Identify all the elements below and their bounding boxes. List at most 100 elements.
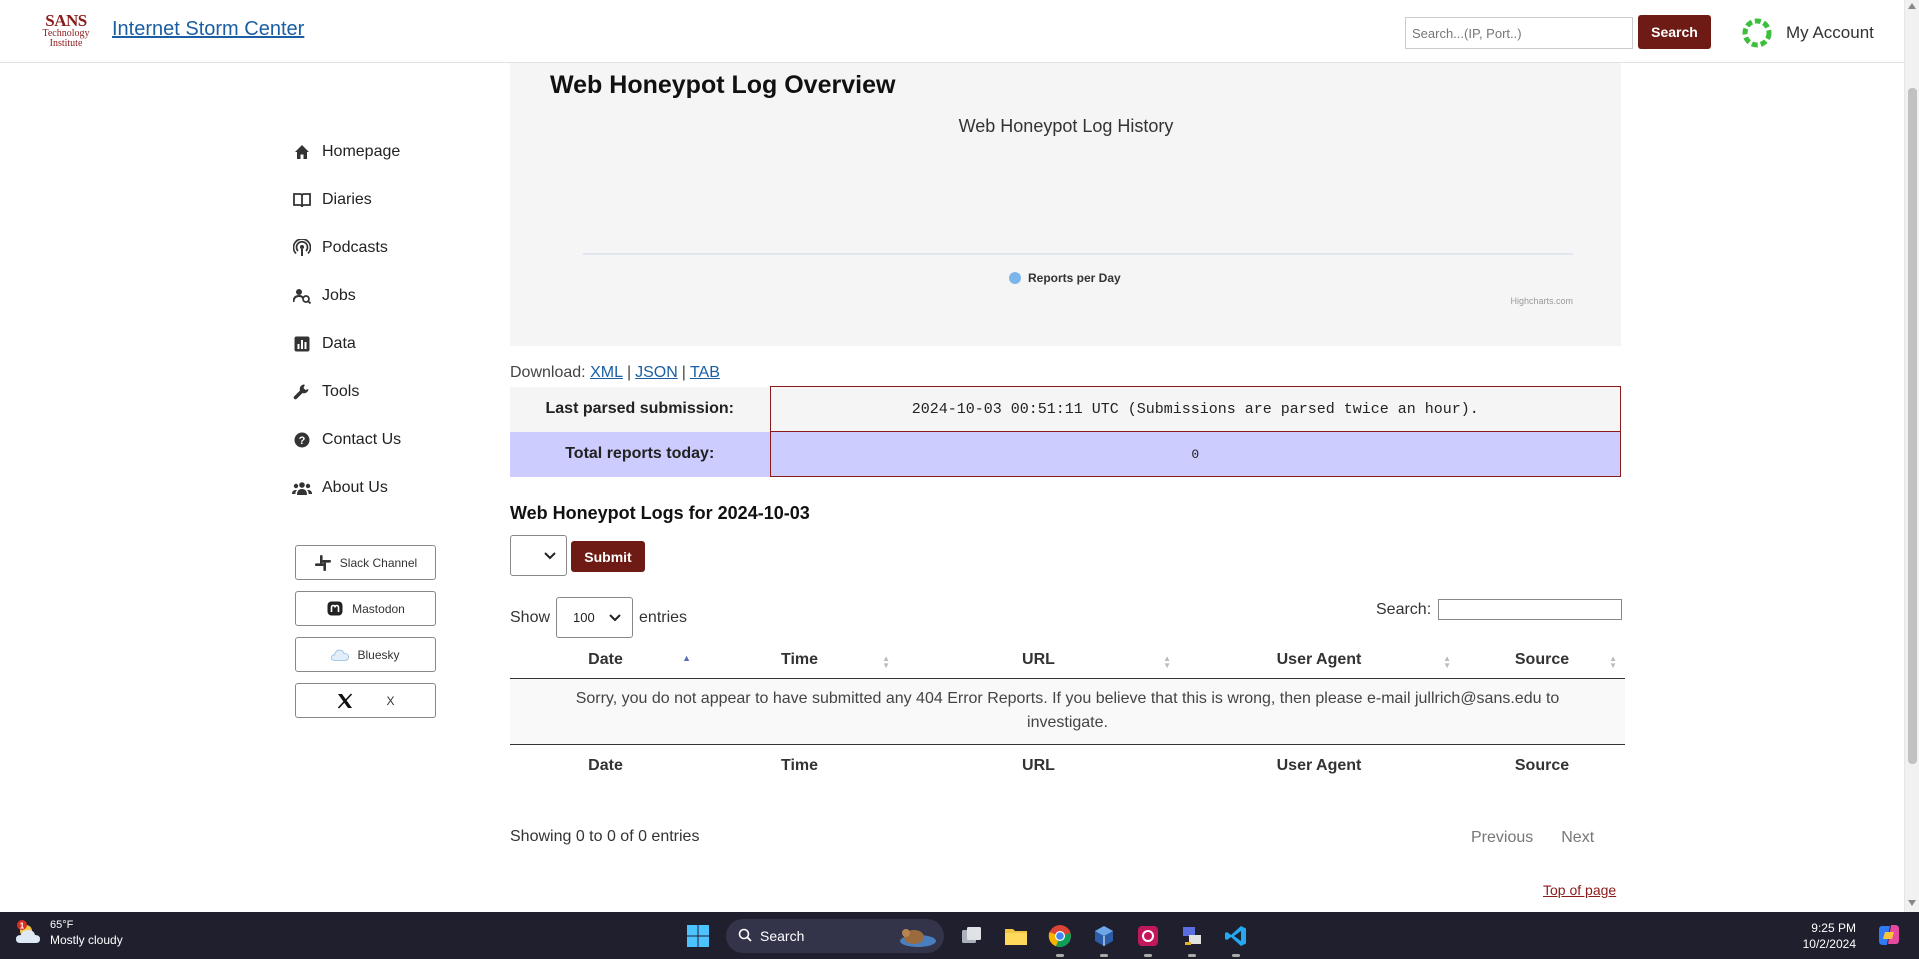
column-header-url[interactable]: URL ▲ ▼: [898, 643, 1179, 679]
next-page-button[interactable]: Next: [1547, 826, 1608, 850]
sidebar-item-label: Podcasts: [322, 239, 388, 256]
top-header: SANS Technology Institute Internet Storm…: [0, 0, 1904, 63]
app-pink-icon[interactable]: [1130, 918, 1166, 957]
sidebar-item-about-us[interactable]: About Us: [292, 464, 492, 512]
running-indicator: [1188, 954, 1196, 957]
page-scrollbar[interactable]: [1904, 0, 1919, 912]
column-header-user-agent[interactable]: User Agent ▲ ▼: [1179, 643, 1459, 679]
search-icon: [738, 928, 752, 945]
scroll-up-arrow-icon[interactable]: [1908, 3, 1916, 9]
footer-time: Time: [701, 743, 898, 788]
people-icon: [292, 478, 312, 498]
taskbar-search-box[interactable]: Search: [726, 919, 944, 953]
table-search-input[interactable]: [1438, 599, 1623, 620]
sidebar-item-homepage[interactable]: Homepage: [292, 128, 492, 176]
logs-heading: Web Honeypot Logs for 2024-10-03: [510, 503, 810, 523]
sort-icon: ▲ ▼: [1163, 654, 1171, 670]
slack-channel-label: Slack Channel: [339, 555, 418, 570]
sidebar-item-diaries[interactable]: Diaries: [292, 176, 492, 224]
sidebar-item-label: About Us: [322, 479, 388, 496]
total-reports-label: Total reports today:: [510, 431, 770, 477]
windows-start-icon[interactable]: [680, 918, 716, 954]
site-search-input[interactable]: [1405, 17, 1633, 49]
scroll-down-arrow-icon[interactable]: [1908, 900, 1916, 906]
column-header-time[interactable]: Time ▲ ▼: [701, 643, 898, 679]
table-search: Search:: [1376, 599, 1623, 620]
chrome-icon[interactable]: [1042, 918, 1078, 957]
show-entries-control: Show 100 entries: [510, 597, 687, 638]
sidebar-item-label: Homepage: [322, 143, 401, 160]
mastodon-button[interactable]: Mastodon: [295, 591, 436, 626]
top-of-page-link[interactable]: Top of page: [1543, 882, 1616, 898]
taskbar-clock[interactable]: 9:25 PM 10/2/2024: [1800, 920, 1856, 952]
sidebar-nav: Homepage Diaries Podcasts Jobs Data Tool…: [292, 128, 492, 512]
book-icon: [292, 190, 312, 210]
column-header-source[interactable]: Source ▲ ▼: [1459, 643, 1625, 679]
chart-panel: Web Honeypot Log History Reports per Day…: [510, 63, 1621, 346]
column-header-date[interactable]: Date ▲: [510, 643, 701, 679]
empty-table-message: Sorry, you do not appear to have submitt…: [510, 678, 1625, 744]
my-account-link[interactable]: My Account: [1740, 16, 1874, 50]
file-explorer-icon[interactable]: [998, 918, 1034, 954]
sans-logo[interactable]: SANS Technology Institute: [36, 12, 96, 54]
chart-legend-item[interactable]: Reports per Day: [1009, 271, 1121, 285]
weather-badge: 1: [20, 922, 25, 931]
windows-taskbar: 1 65°F Mostly cloudy Search 9:25 PM 10/2…: [0, 912, 1919, 959]
download-xml-link[interactable]: XML: [590, 364, 623, 381]
sidebar-item-label: Diaries: [322, 191, 372, 208]
virtualbox-icon[interactable]: [1086, 918, 1122, 957]
sidebar-item-podcasts[interactable]: Podcasts: [292, 224, 492, 272]
copilot-icon[interactable]: [1876, 922, 1902, 948]
log-history-chart: Web Honeypot Log History Reports per Day…: [583, 116, 1573, 306]
download-label: Download:: [510, 364, 586, 381]
bluesky-icon: [331, 646, 350, 664]
sidebar-item-jobs[interactable]: Jobs: [292, 272, 492, 320]
submit-button[interactable]: Submit: [571, 541, 645, 572]
sidebar-item-contact-us[interactable]: ? Contact Us: [292, 416, 492, 464]
chart-credits[interactable]: Highcharts.com: [1510, 296, 1573, 306]
chevron-down-icon: [543, 551, 556, 559]
vscode-icon[interactable]: [1218, 918, 1254, 957]
weather-widget[interactable]: 1 65°F Mostly cloudy: [14, 918, 123, 948]
entries-select-value: 100: [573, 610, 595, 625]
site-title-link[interactable]: Internet Storm Center: [112, 18, 304, 41]
logo-text-sans: SANS: [45, 11, 87, 30]
task-view-icon[interactable]: [954, 918, 990, 954]
clock-time: 9:25 PM: [1811, 921, 1856, 935]
scroll-thumb[interactable]: [1908, 88, 1917, 764]
x-button[interactable]: X: [295, 683, 436, 718]
question-icon: ?: [292, 430, 312, 450]
x-label: X: [386, 693, 395, 708]
sidebar-item-data[interactable]: Data: [292, 320, 492, 368]
network-app-icon[interactable]: [1174, 918, 1210, 957]
date-select[interactable]: [510, 535, 567, 576]
sidebar-item-tools[interactable]: Tools: [292, 368, 492, 416]
x-icon: [336, 692, 354, 710]
sort-icon: ▲ ▼: [882, 654, 890, 670]
previous-page-button[interactable]: Previous: [1457, 826, 1547, 850]
table-info-text: Showing 0 to 0 of 0 entries: [510, 828, 700, 845]
table-row: Sorry, you do not appear to have submitt…: [510, 678, 1625, 744]
footer-url: URL: [898, 743, 1179, 788]
bluesky-button[interactable]: Bluesky: [295, 637, 436, 672]
taskbar-search-label: Search: [760, 928, 805, 944]
footer-date: Date: [510, 743, 701, 788]
sort-ascending-icon: ▲: [682, 653, 691, 663]
table-pagination: Previous Next: [1457, 826, 1608, 850]
chevron-down-icon: [609, 613, 621, 621]
slack-channel-button[interactable]: Slack Channel: [295, 545, 436, 580]
page-title: Web Honeypot Log Overview: [550, 71, 896, 99]
sidebar-item-label: Data: [322, 335, 356, 352]
entries-select[interactable]: 100: [556, 597, 634, 638]
chart-icon: [292, 334, 312, 354]
running-indicator: [1144, 954, 1152, 957]
table-footer-row: Date Time URL User Agent Source: [510, 743, 1625, 788]
download-tab-link[interactable]: TAB: [690, 364, 720, 381]
last-parsed-label: Last parsed submission:: [510, 386, 770, 432]
site-search-button[interactable]: Search: [1638, 15, 1711, 49]
total-reports-row: Total reports today: 0: [510, 431, 1621, 477]
legend-marker: [1009, 272, 1021, 284]
download-json-link[interactable]: JSON: [635, 364, 678, 381]
table-search-label: Search:: [1376, 600, 1432, 618]
my-account-label: My Account: [1786, 23, 1874, 42]
